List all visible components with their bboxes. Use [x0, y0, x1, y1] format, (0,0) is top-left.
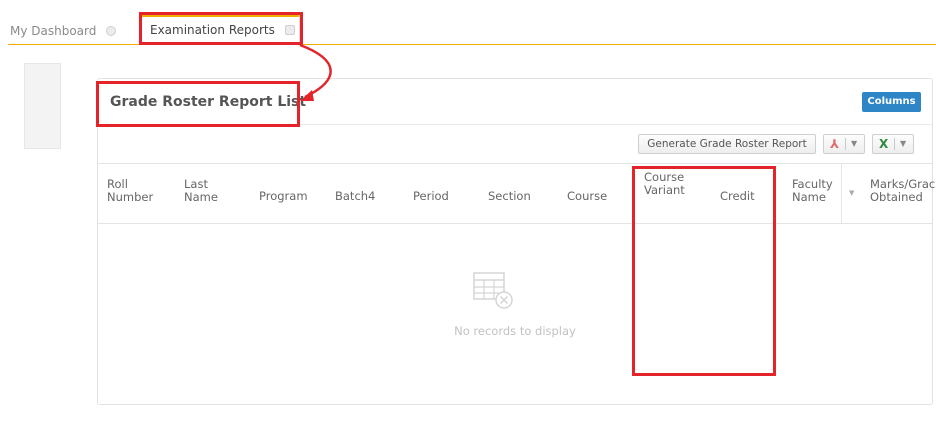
annotation-box-columns	[632, 166, 776, 376]
excel-icon: X	[879, 137, 889, 151]
close-icon[interactable]	[106, 25, 117, 36]
annotation-box-title	[96, 81, 300, 127]
header-line: Course	[567, 189, 608, 203]
chevron-down-icon: ▼	[900, 139, 907, 148]
header-line: Program	[259, 189, 308, 203]
column-header-roll-number[interactable]: Roll Number	[107, 178, 153, 204]
column-header-program[interactable]: Program	[259, 190, 308, 203]
column-header-marks-obtained[interactable]: Marks/Grac Obtained	[870, 178, 935, 204]
header-line: Section	[488, 189, 531, 203]
chevron-down-icon: ▼	[851, 139, 858, 148]
header-line: Batch4	[335, 189, 376, 203]
header-line: Name	[792, 190, 826, 204]
generate-report-button[interactable]: Generate Grade Roster Report	[638, 134, 816, 154]
grade-roster-card: Grade Roster Report List Columns Generat…	[97, 78, 935, 405]
sort-icon[interactable]: ▼	[849, 189, 854, 197]
column-divider	[841, 164, 842, 223]
empty-state-text: No records to display	[454, 324, 576, 338]
table-header: Roll Number Last Name Program Batch4 Per…	[98, 163, 935, 224]
header-line: Number	[107, 190, 154, 204]
column-header-last-name[interactable]: Last Name	[184, 178, 218, 204]
divider	[894, 138, 895, 150]
header-line: Period	[413, 189, 449, 203]
column-header-section[interactable]: Section	[488, 190, 531, 203]
side-panel	[24, 63, 61, 149]
empty-table-icon	[473, 272, 513, 309]
tab-my-dashboard[interactable]: My Dashboard	[10, 17, 117, 45]
tab-label: My Dashboard	[10, 24, 97, 38]
pdf-icon: ⅄	[830, 137, 840, 151]
column-header-faculty-name[interactable]: Faculty Name	[792, 178, 833, 204]
excel-export-button[interactable]: X ▼	[872, 134, 914, 154]
column-header-course[interactable]: Course	[567, 190, 607, 203]
report-toolbar: Generate Grade Roster Report ⅄ ▼ X ▼	[98, 126, 932, 162]
pdf-export-button[interactable]: ⅄ ▼	[823, 134, 865, 154]
divider	[845, 138, 846, 150]
column-header-batch4[interactable]: Batch4	[335, 190, 375, 203]
header-line: Obtained	[870, 190, 923, 204]
columns-button[interactable]: Columns	[862, 92, 921, 112]
header-line: Name	[184, 190, 218, 204]
column-header-period[interactable]: Period	[413, 190, 449, 203]
annotation-box-tab	[139, 12, 303, 45]
